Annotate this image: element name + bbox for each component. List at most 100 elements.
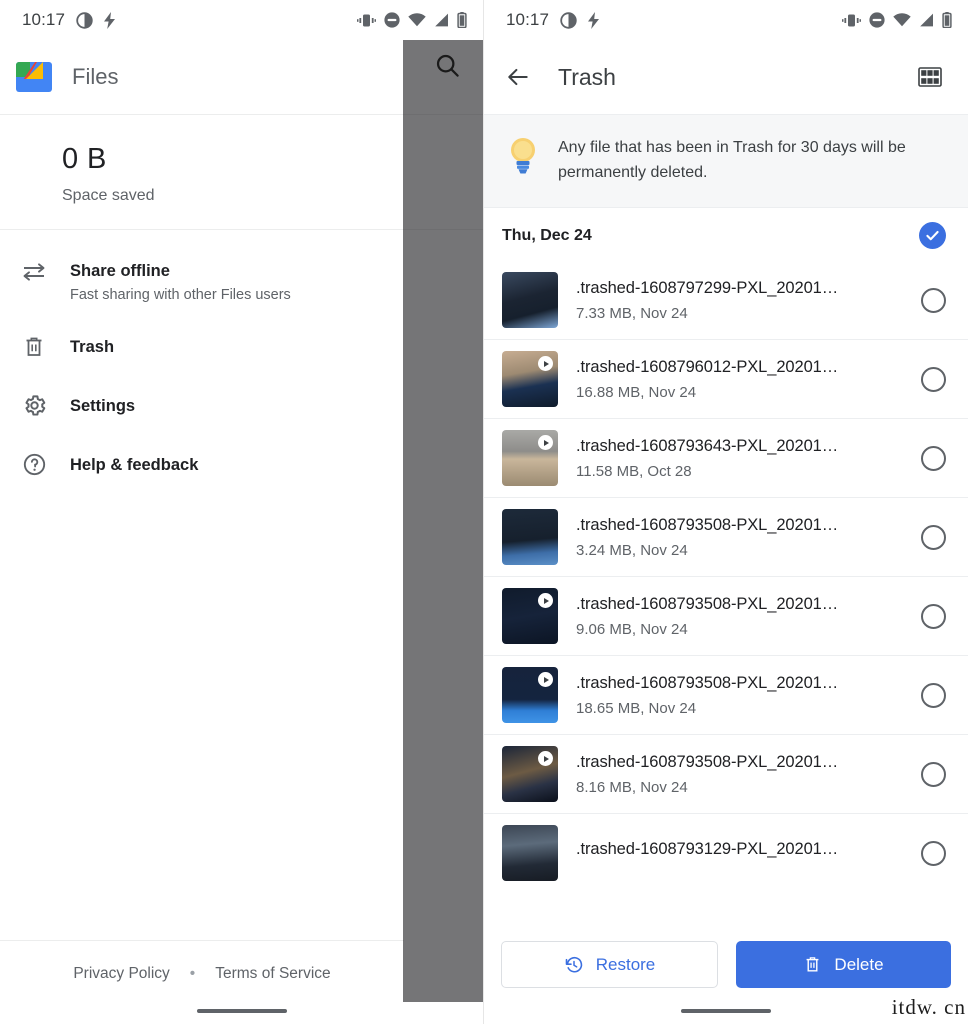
file-thumbnail (502, 509, 558, 565)
terms-of-service-link[interactable]: Terms of Service (215, 965, 330, 983)
video-play-icon (538, 751, 553, 766)
table-row[interactable]: .trashed-1608793508-PXL_20201… 9.06 MB, … (484, 576, 968, 655)
back-arrow-icon[interactable] (498, 57, 538, 97)
restore-clock-icon (565, 956, 582, 972)
file-thumbnail (502, 667, 558, 723)
flash-icon (104, 11, 116, 29)
file-checkbox[interactable] (921, 761, 946, 787)
trash-panel: 10:17 Trash Any file that has been in Tr… (484, 0, 968, 1024)
sidebar-item-label: Trash (70, 338, 115, 356)
vibrate-icon (842, 14, 861, 26)
file-subtitle: 16.88 MB, Nov 24 (576, 383, 697, 401)
do-not-disturb-icon (869, 12, 885, 28)
date-group-label: Thu, Dec 24 (502, 226, 592, 244)
file-subtitle: 7.33 MB, Nov 24 (576, 304, 688, 322)
status-bar-right-group (842, 12, 952, 28)
app-bar-left: Trash (498, 57, 616, 97)
table-row[interactable]: .trashed-1608793129-PXL_20201… (484, 813, 968, 892)
sidebar-item-share-offline-text: Share offline Fast sharing with other Fi… (70, 260, 291, 304)
file-subtitle: 8.16 MB, Nov 24 (576, 778, 688, 796)
file-thumbnail (502, 825, 558, 881)
watermark: itdw. cn (891, 995, 966, 1019)
file-thumbnail (502, 430, 558, 486)
restore-button[interactable]: Restore (501, 941, 718, 988)
signal-icon (435, 13, 448, 27)
sidebar-item-label: Help & feedback (70, 455, 199, 474)
privacy-policy-link[interactable]: Privacy Policy (73, 965, 169, 983)
table-row[interactable]: .trashed-1608796012-PXL_20201… 16.88 MB,… (484, 339, 968, 418)
video-play-icon (538, 356, 553, 371)
flash-icon (588, 11, 600, 29)
status-bar-right-group (357, 12, 467, 28)
date-group-header[interactable]: Thu, Dec 24 (484, 208, 968, 261)
lightbulb-icon (506, 135, 540, 185)
help-circle-icon (18, 452, 50, 477)
table-row[interactable]: .trashed-1608793643-PXL_20201… 11.58 MB,… (484, 418, 968, 497)
wifi-icon (408, 13, 426, 27)
trash-icon (806, 957, 819, 972)
nav-gesture-pill-right (681, 1009, 771, 1013)
file-checkbox[interactable] (921, 524, 946, 550)
gear-icon (18, 393, 50, 418)
battery-icon (457, 12, 467, 28)
status-bar-left-group: 10:17 (506, 10, 600, 30)
table-row[interactable]: .trashed-1608793508-PXL_20201… 8.16 MB, … (484, 734, 968, 813)
search-icon[interactable] (434, 52, 461, 84)
delete-button-label: Delete (834, 954, 884, 974)
table-row[interactable]: .trashed-1608793508-PXL_20201… 18.65 MB,… (484, 655, 968, 734)
video-play-icon (538, 593, 553, 608)
file-checkbox[interactable] (921, 603, 946, 629)
file-info: .trashed-1608793508-PXL_20201… 8.16 MB, … (576, 753, 903, 796)
file-checkbox[interactable] (921, 682, 946, 708)
file-info: .trashed-1608797299-PXL_20201… 7.33 MB, … (576, 279, 903, 322)
file-thumbnail (502, 588, 558, 644)
sidebar-item-label: Settings (70, 396, 136, 415)
status-bar-left-group: 10:17 (22, 10, 116, 30)
file-info: .trashed-1608793508-PXL_20201… 3.24 MB, … (576, 516, 903, 559)
grid-view-icon[interactable] (910, 57, 950, 97)
drawer-scrim-overlay[interactable] (403, 40, 483, 1002)
do-not-disturb-icon (384, 12, 400, 28)
theme-circle-icon (560, 11, 577, 29)
files-drawer-panel: 10:17 Files 0 B Space saved Share offlin… (0, 0, 484, 1024)
file-name: .trashed-1608797299-PXL_20201… (576, 278, 839, 297)
file-subtitle: 3.24 MB, Nov 24 (576, 541, 688, 559)
battery-icon (942, 12, 952, 28)
dual-screenshot: 10:17 Files 0 B Space saved Share offlin… (0, 0, 968, 1024)
status-bar-left: 10:17 (0, 0, 483, 40)
file-checkbox[interactable] (921, 840, 946, 866)
status-clock: 10:17 (506, 10, 550, 29)
table-row[interactable]: .trashed-1608793508-PXL_20201… 3.24 MB, … (484, 497, 968, 576)
file-info: .trashed-1608793129-PXL_20201… (576, 840, 903, 866)
file-name: .trashed-1608793508-PXL_20201… (576, 594, 839, 613)
page-title: Trash (558, 63, 616, 90)
wifi-icon (893, 13, 911, 27)
delete-button[interactable]: Delete (736, 941, 951, 988)
select-all-checkbox[interactable] (919, 222, 946, 249)
table-row[interactable]: .trashed-1608797299-PXL_20201… 7.33 MB, … (484, 261, 968, 339)
status-clock: 10:17 (22, 10, 66, 29)
file-name: .trashed-1608793508-PXL_20201… (576, 752, 839, 771)
trash-app-bar: Trash (484, 40, 968, 114)
file-name: .trashed-1608796012-PXL_20201… (576, 357, 839, 376)
file-info: .trashed-1608796012-PXL_20201… 16.88 MB,… (576, 358, 903, 401)
trash-file-list[interactable]: .trashed-1608797299-PXL_20201… 7.33 MB, … (484, 261, 968, 958)
file-name: .trashed-1608793508-PXL_20201… (576, 673, 839, 692)
file-checkbox[interactable] (921, 287, 946, 313)
status-bar-right: 10:17 (484, 0, 968, 40)
file-subtitle: 11.58 MB, Oct 28 (576, 462, 692, 480)
trash-icon (18, 335, 50, 359)
file-checkbox[interactable] (921, 366, 946, 392)
footer-separator: • (189, 965, 196, 982)
file-info: .trashed-1608793508-PXL_20201… 18.65 MB,… (576, 674, 903, 717)
file-name: .trashed-1608793129-PXL_20201… (576, 840, 839, 858)
file-info: .trashed-1608793643-PXL_20201… 11.58 MB,… (576, 437, 903, 480)
theme-circle-icon (76, 11, 93, 29)
swap-arrows-icon (18, 262, 50, 284)
file-checkbox[interactable] (921, 445, 946, 471)
file-name: .trashed-1608793643-PXL_20201… (576, 436, 839, 455)
restore-button-label: Restore (595, 954, 656, 974)
file-thumbnail (502, 746, 558, 802)
video-play-icon (538, 672, 553, 687)
vibrate-icon (357, 14, 376, 26)
